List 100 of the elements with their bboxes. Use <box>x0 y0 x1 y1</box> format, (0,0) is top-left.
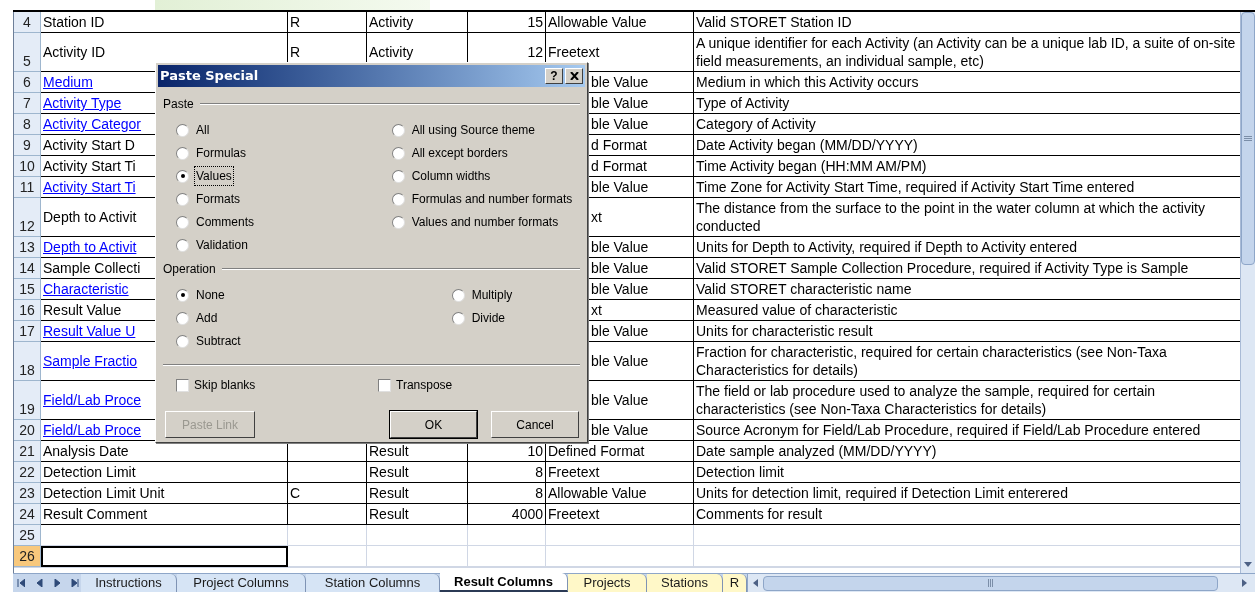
radio-option[interactable]: Multiply <box>451 286 515 304</box>
checkbox-icon[interactable] <box>176 378 189 392</box>
table-cell: Source Acronym for Field/Lab Procedure, required if Field/Lab Procedure entered <box>694 420 1240 441</box>
row-number: 6 <box>14 72 41 93</box>
radio-icon[interactable] <box>451 288 465 302</box>
table-cell: Units for Depth to Activity, required if Depth to Activity entered <box>694 237 1240 258</box>
table-cell: Time Activity began (HH:MM AM/PM) <box>694 156 1240 177</box>
row-number: 15 <box>14 279 41 300</box>
active-cell[interactable] <box>41 546 288 567</box>
radio-icon[interactable] <box>176 238 189 252</box>
sheet-tab[interactable]: R <box>723 574 747 592</box>
table-cell: Detection limit <box>694 462 1240 483</box>
row-number: 16 <box>14 300 41 321</box>
table-cell: Result <box>367 462 468 483</box>
link[interactable]: Medium <box>43 73 93 91</box>
row-number: 20 <box>14 420 41 441</box>
table-cell: 4000 <box>468 504 546 525</box>
table-cell: 8 <box>468 483 546 504</box>
link[interactable]: Activity Type <box>43 94 122 112</box>
previous-sheet-icon[interactable] <box>35 579 43 587</box>
table-cell: Comments for result <box>694 504 1240 525</box>
help-button[interactable]: ? <box>545 68 563 84</box>
table-cell: Freetext <box>546 504 694 525</box>
radio-icon[interactable] <box>176 334 189 348</box>
radio-icon[interactable] <box>391 215 405 229</box>
table-cell: Allowable Value <box>546 12 694 33</box>
row-number: 4 <box>14 12 41 33</box>
table-cell: Units for characteristic result <box>694 321 1240 342</box>
grip-icon <box>987 579 994 587</box>
row-number: 23 <box>14 483 41 504</box>
link[interactable]: Activity Categor <box>43 115 142 133</box>
radio-icon[interactable] <box>391 146 405 160</box>
scroll-thumb[interactable] <box>763 575 1218 591</box>
table-cell: Result Comment <box>41 504 288 525</box>
next-sheet-icon[interactable] <box>53 579 61 587</box>
close-button[interactable] <box>565 68 583 84</box>
table-cell: Detection Limit <box>41 462 288 483</box>
sheet-tab[interactable]: Station Columns <box>306 574 440 592</box>
link[interactable]: Sample Fractio <box>43 352 138 370</box>
scroll-left-icon[interactable] <box>753 579 758 587</box>
sheet-tab[interactable]: Stations <box>647 574 723 592</box>
row-number: 21 <box>14 441 41 462</box>
table-cell: C <box>288 483 367 504</box>
dialog-button[interactable]: Cancel <box>491 411 579 438</box>
row-number: 11 <box>14 177 41 198</box>
table-cell: Measured value of characteristic <box>694 300 1240 321</box>
close-icon[interactable] <box>569 72 579 80</box>
radio-icon[interactable] <box>176 311 189 325</box>
table-cell: Date Activity began (MM/DD/YYYY) <box>694 135 1240 156</box>
table-cell: Result <box>367 483 468 504</box>
table-cell: Time Zone for Activity Start Time, required if Activity Start Time entered <box>694 177 1240 198</box>
row-number: 5 <box>14 33 41 72</box>
link[interactable]: Characteristic <box>43 280 129 298</box>
link[interactable]: Field/Lab Proce <box>43 421 142 439</box>
radio-icon[interactable] <box>391 169 405 183</box>
table-cell: Station ID <box>41 12 288 33</box>
radio-icon[interactable] <box>176 288 189 302</box>
radio-icon[interactable] <box>176 169 189 183</box>
radio-icon[interactable] <box>391 192 405 206</box>
radio-option[interactable]: Divide <box>451 309 507 327</box>
row-number: 12 <box>14 198 41 237</box>
radio-icon[interactable] <box>176 215 189 229</box>
radio-option[interactable]: Column widths <box>391 167 493 185</box>
radio-option[interactable]: Validation <box>176 236 386 254</box>
table-cell: Activity <box>367 12 468 33</box>
table-cell: 8 <box>468 462 546 483</box>
row-number: 7 <box>14 93 41 114</box>
table-cell: Category of Activity <box>694 114 1240 135</box>
scroll-thumb[interactable] <box>1241 12 1255 265</box>
link[interactable]: Field/Lab Proce <box>43 391 142 409</box>
radio-option[interactable]: All using Source theme <box>391 121 538 139</box>
first-sheet-icon[interactable] <box>17 579 25 587</box>
link[interactable]: Result Value U <box>43 322 136 340</box>
radio-icon[interactable] <box>176 146 189 160</box>
sheet-tab[interactable]: Instructions <box>81 574 177 592</box>
table-cell: 15 <box>468 12 546 33</box>
sheet-tab[interactable]: Result Columns <box>440 573 568 592</box>
scroll-down-icon[interactable] <box>1244 562 1252 567</box>
horizontal-scrollbar[interactable] <box>747 574 1255 592</box>
sheet-tab[interactable]: Project Columns <box>177 574 306 592</box>
row-number: 14 <box>14 258 41 279</box>
group-label: Paste <box>163 96 194 113</box>
radio-icon[interactable] <box>176 192 189 206</box>
link[interactable]: Depth to Activit <box>43 238 137 256</box>
radio-icon[interactable] <box>176 123 189 137</box>
vertical-scrollbar[interactable] <box>1240 12 1255 573</box>
last-sheet-icon[interactable] <box>71 579 79 587</box>
scroll-right-icon[interactable] <box>1242 579 1247 587</box>
table-cell: Medium in which this Activity occurs <box>694 72 1240 93</box>
dialog-button[interactable]: OK <box>390 411 477 438</box>
radio-option[interactable]: All except borders <box>391 144 510 162</box>
checkbox-icon[interactable] <box>378 378 391 392</box>
radio-option[interactable]: Subtract <box>176 332 386 350</box>
sheet-tab[interactable]: Projects <box>568 574 647 592</box>
link[interactable]: Activity Start Ti <box>43 178 136 196</box>
row-number: 22 <box>14 462 41 483</box>
radio-icon[interactable] <box>451 311 465 325</box>
table-cell: Units for detection limit, required if Detection Limit enterered <box>694 483 1240 504</box>
checkbox-option[interactable]: Skip blanks <box>176 376 378 394</box>
radio-icon[interactable] <box>391 123 405 137</box>
